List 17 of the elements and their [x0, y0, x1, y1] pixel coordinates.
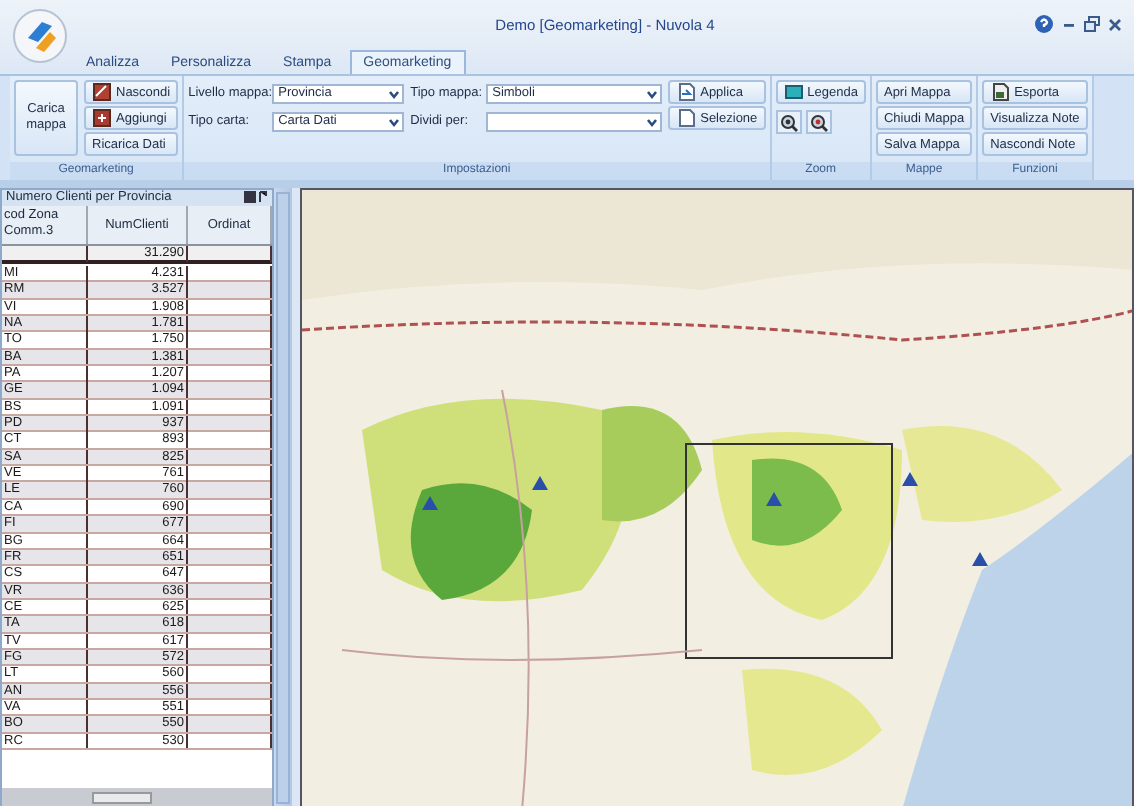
apply-icon [676, 82, 697, 102]
zoom-button[interactable] [775, 110, 802, 134]
vertical-scrollbar[interactable] [274, 188, 292, 806]
magnifier-icon [809, 113, 828, 131]
export-icon [990, 82, 1011, 102]
horizontal-scrollbar[interactable] [2, 788, 272, 806]
document-icon [676, 108, 697, 128]
restore-icon[interactable] [1084, 16, 1100, 32]
legend-icon [783, 82, 804, 102]
magnifier-icon [779, 113, 798, 131]
panel-controls-icon[interactable] [244, 190, 268, 204]
close-icon[interactable] [1108, 17, 1122, 31]
app-logo-icon[interactable] [12, 8, 68, 64]
dropdown-field[interactable] [486, 111, 663, 131]
add-icon [92, 108, 112, 128]
help-icon[interactable] [1034, 14, 1054, 34]
zoom-button[interactable] [805, 110, 832, 134]
